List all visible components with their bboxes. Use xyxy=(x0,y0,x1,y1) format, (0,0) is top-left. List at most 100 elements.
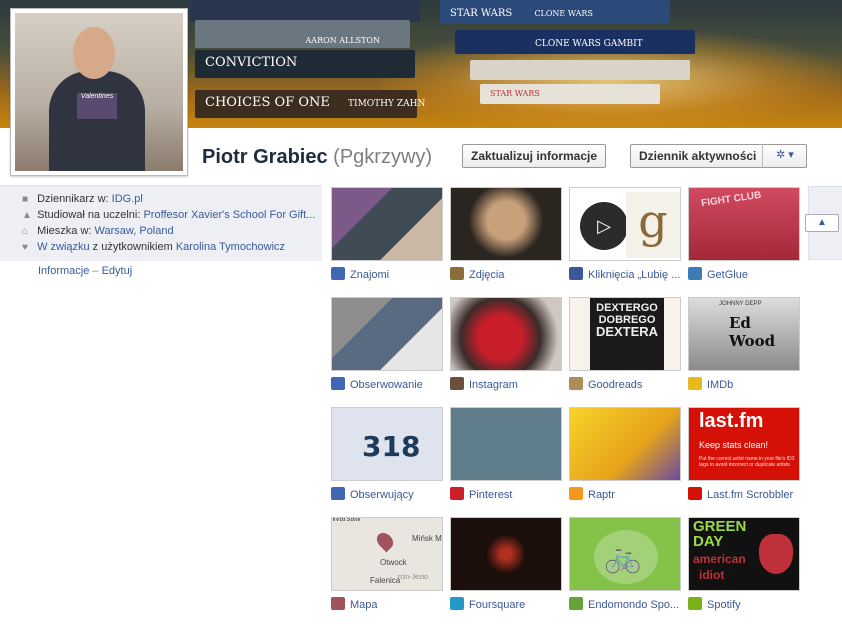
update-info-button[interactable]: Zaktualizuj informacje xyxy=(462,144,607,168)
book-spine: CLONE WARS GAMBIT xyxy=(455,30,695,54)
app-tile-obserwujący[interactable]: 318 Obserwujący xyxy=(331,407,443,505)
profile-alt-name: (Pgkrzywy) xyxy=(333,146,433,168)
activity-log-button[interactable]: Dziennik aktywności ✲ ▾ xyxy=(630,144,808,168)
tile-label[interactable]: Obserwowanie xyxy=(350,379,423,391)
tile-label[interactable]: Spotify xyxy=(707,599,741,611)
info-row-home: ⌂ Mieszka w: Warsaw, Poland xyxy=(22,225,174,237)
lastfm-body: Put the correct artist name in your file… xyxy=(699,456,795,468)
app-tile-obserwowanie[interactable]: Obserwowanie xyxy=(331,297,443,395)
relationship-link[interactable]: W związku xyxy=(37,241,90,253)
tile-label[interactable]: Obserwujący xyxy=(350,489,414,501)
profile-picture[interactable]: Valentines xyxy=(10,8,188,176)
tile-label[interactable]: Kliknięcia „Lubię ... xyxy=(588,269,680,281)
tile-thumbnail[interactable]: Warsaw Mińsk M Otwock Falenica rcin-Jezio xyxy=(331,517,443,591)
activity-log-label[interactable]: Dziennik aktywności xyxy=(639,149,756,163)
tile-thumbnail[interactable] xyxy=(331,297,443,371)
app-tile-zdjęcia[interactable]: Zdjęcia xyxy=(450,187,562,285)
tile-label[interactable]: Last.fm Scrobbler xyxy=(707,489,793,501)
app-tile-getglue[interactable]: FIGHT CLUB GetGlue xyxy=(688,187,800,285)
tile-caption[interactable]: Foursquare xyxy=(450,597,570,613)
app-tile-pinterest[interactable]: Pinterest xyxy=(450,407,562,505)
tile-thumbnail[interactable] xyxy=(569,407,681,481)
info-links: Informacje – Edytuj xyxy=(38,265,133,277)
tile-thumbnail[interactable]: 318 xyxy=(331,407,443,481)
tile-caption[interactable]: Spotify xyxy=(688,597,808,613)
edit-link[interactable]: Edytuj xyxy=(102,265,133,277)
app-tile-foursquare[interactable]: Foursquare xyxy=(450,517,562,615)
tile-label[interactable]: Raptr xyxy=(588,489,615,501)
app-tile-imdb[interactable]: JOHNNY DEPP Ed Wood IMDb xyxy=(688,297,800,395)
tile-label[interactable]: Foursquare xyxy=(469,599,525,611)
tile-label[interactable]: Znajomi xyxy=(350,269,389,281)
tile-thumbnail[interactable]: DEXTERGO DOBREGO DEXTERA xyxy=(569,297,681,371)
tile-thumbnail[interactable]: last.fm Keep stats clean! Put the correct … xyxy=(688,407,800,481)
tile-thumbnail[interactable] xyxy=(450,187,562,261)
profile-name[interactable]: Piotr Grabiec (Pgkrzywy) xyxy=(202,146,432,169)
tile-caption[interactable]: GetGlue xyxy=(688,267,808,283)
instagram-icon xyxy=(450,377,464,390)
tile-caption[interactable]: Goodreads xyxy=(569,377,689,393)
profile-photo: Valentines xyxy=(15,13,183,171)
green-day-cover: GREEN DAY american idiot xyxy=(689,518,799,590)
imdb-icon xyxy=(688,377,702,390)
map-label: Falenica xyxy=(370,576,401,585)
partner-link[interactable]: Karolina Tymochowicz xyxy=(176,241,285,253)
app-tile-kliknięcia-lubię[interactable]: ▷ g Kliknięcia „Lubię ... xyxy=(569,187,681,285)
info-row-school: ▲ Studiował na uczelni: Proffesor Xavier… xyxy=(22,209,316,221)
tile-thumbnail[interactable] xyxy=(450,297,562,371)
book-spine: STAR WARS xyxy=(480,84,660,104)
tile-caption[interactable]: Raptr xyxy=(569,487,689,503)
work-link[interactable]: IDG.pl xyxy=(112,193,143,205)
book-spine: STAR WARS CLONE WARS xyxy=(440,0,670,24)
spotify-icon xyxy=(688,597,702,610)
tile-thumbnail[interactable]: 🚲 xyxy=(569,517,681,591)
tile-label[interactable]: Zdjęcia xyxy=(469,269,504,281)
gear-icon[interactable]: ✲ ▾ xyxy=(762,144,806,168)
tile-label[interactable]: Endomondo Spo... xyxy=(588,599,679,611)
app-tile-instagram[interactable]: Instagram xyxy=(450,297,562,395)
tile-label[interactable]: Instagram xyxy=(469,379,518,391)
info-link[interactable]: Informacje xyxy=(38,265,89,277)
tile-thumbnail[interactable]: ▷ g xyxy=(569,187,681,261)
tile-caption[interactable]: Obserwujący xyxy=(331,487,451,503)
map-pin-icon xyxy=(373,529,397,553)
tile-label[interactable]: IMDb xyxy=(707,379,733,391)
tile-thumbnail[interactable] xyxy=(450,407,562,481)
tile-thumbnail[interactable]: GREEN DAY american idiot xyxy=(688,517,800,591)
tile-label[interactable]: GetGlue xyxy=(707,269,748,281)
tile-thumbnail[interactable] xyxy=(450,517,562,591)
tile-caption[interactable]: Instagram xyxy=(450,377,570,393)
tile-thumbnail[interactable] xyxy=(331,187,443,261)
tile-caption[interactable]: Mapa xyxy=(331,597,451,613)
profile-name-text[interactable]: Piotr Grabiec xyxy=(202,146,328,168)
app-tile-mapa[interactable]: Warsaw Mińsk M Otwock Falenica rcin-Jezio Map… xyxy=(331,517,443,615)
app-tile-spotify[interactable]: GREEN DAY american idiot Spotify xyxy=(688,517,800,615)
tile-caption[interactable]: Pinterest xyxy=(450,487,570,503)
tile-thumbnail[interactable]: JOHNNY DEPP Ed Wood xyxy=(688,297,800,371)
tile-caption[interactable]: Zdjęcia xyxy=(450,267,570,283)
app-tile-goodreads[interactable]: DEXTERGO DOBREGO DEXTERA Goodreads xyxy=(569,297,681,395)
tile-caption[interactable]: Endomondo Spo... xyxy=(569,597,689,613)
tile-caption[interactable]: Kliknięcia „Lubię ... xyxy=(569,267,689,283)
city-link[interactable]: Warsaw, Poland xyxy=(95,225,174,237)
app-tile-znajomi[interactable]: Znajomi xyxy=(331,187,443,285)
tile-caption[interactable]: IMDb xyxy=(688,377,808,393)
tile-thumbnail[interactable]: FIGHT CLUB xyxy=(688,187,800,261)
tile-caption[interactable]: Last.fm Scrobbler xyxy=(688,487,808,503)
app-tile-endomondo-spo[interactable]: 🚲 Endomondo Spo... xyxy=(569,517,681,615)
goodreads-g-icon: g xyxy=(626,192,680,258)
book-spine: CHOICES OF ONE TIMOTHY ZAHN xyxy=(195,90,425,118)
tile-label[interactable]: Goodreads xyxy=(588,379,642,391)
app-tile-raptr[interactable]: Raptr xyxy=(569,407,681,505)
tile-caption[interactable]: Znajomi xyxy=(331,267,451,283)
collapse-up-button[interactable]: ▲ xyxy=(805,214,839,232)
tile-caption[interactable]: Obserwowanie xyxy=(331,377,451,393)
tile-label[interactable]: Mapa xyxy=(350,599,378,611)
goodreads-icon xyxy=(569,377,583,390)
followers-count: 318 xyxy=(362,430,421,463)
app-tile-last-fm-scrobbler[interactable]: last.fm Keep stats clean! Put the correct … xyxy=(688,407,800,505)
play-circle-icon: ▷ xyxy=(580,202,628,250)
followers-icon xyxy=(331,487,345,500)
tile-label[interactable]: Pinterest xyxy=(469,489,512,501)
school-link[interactable]: Proffesor Xavier's School For Gift... xyxy=(143,209,315,221)
